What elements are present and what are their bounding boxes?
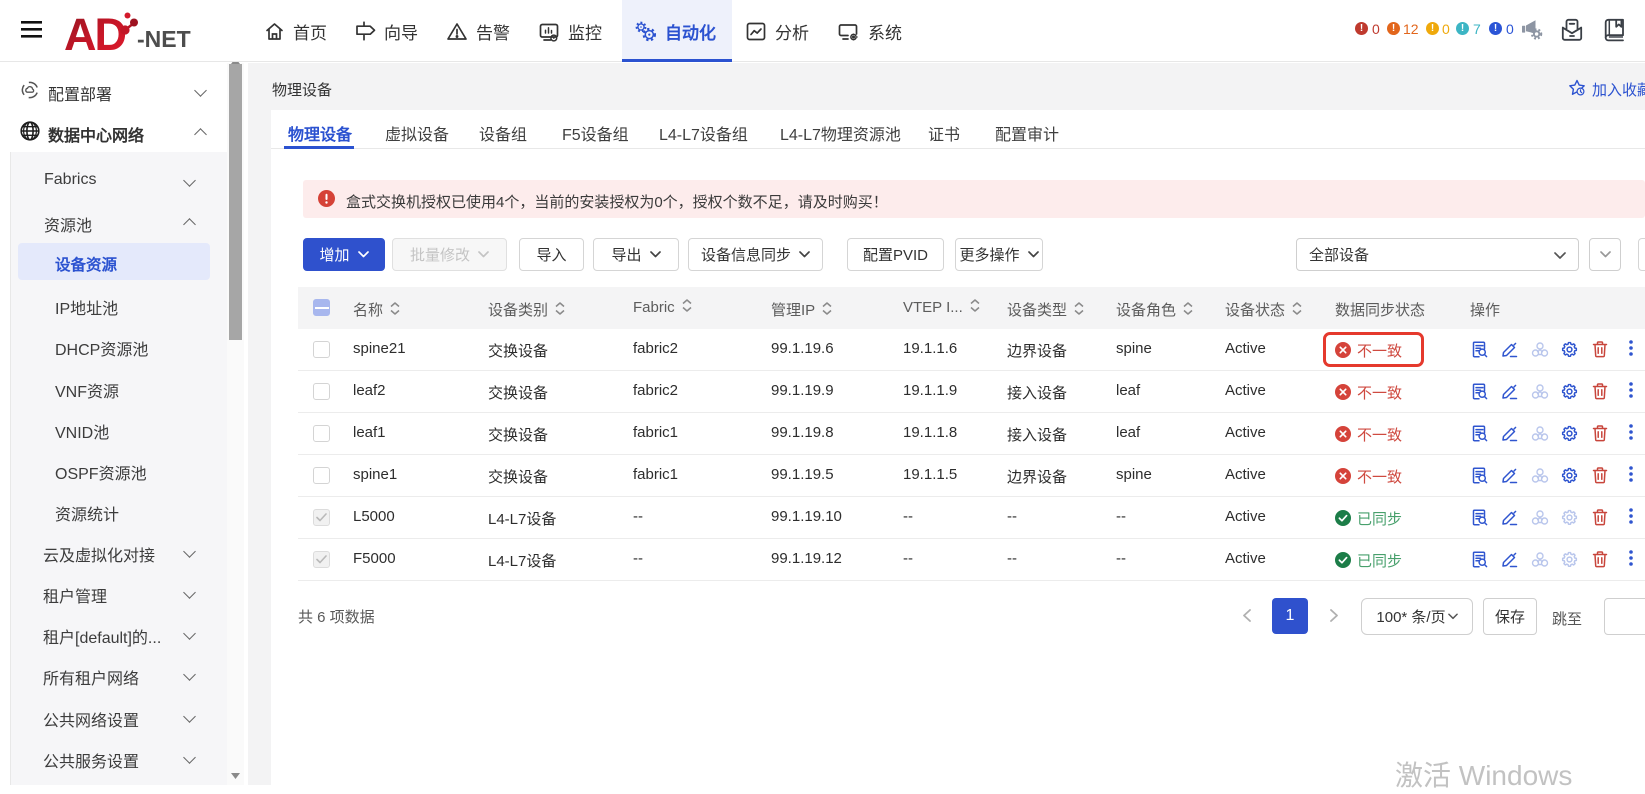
svg-text:-NET: -NET	[137, 26, 191, 52]
svg-text:AD: AD	[64, 9, 125, 56]
